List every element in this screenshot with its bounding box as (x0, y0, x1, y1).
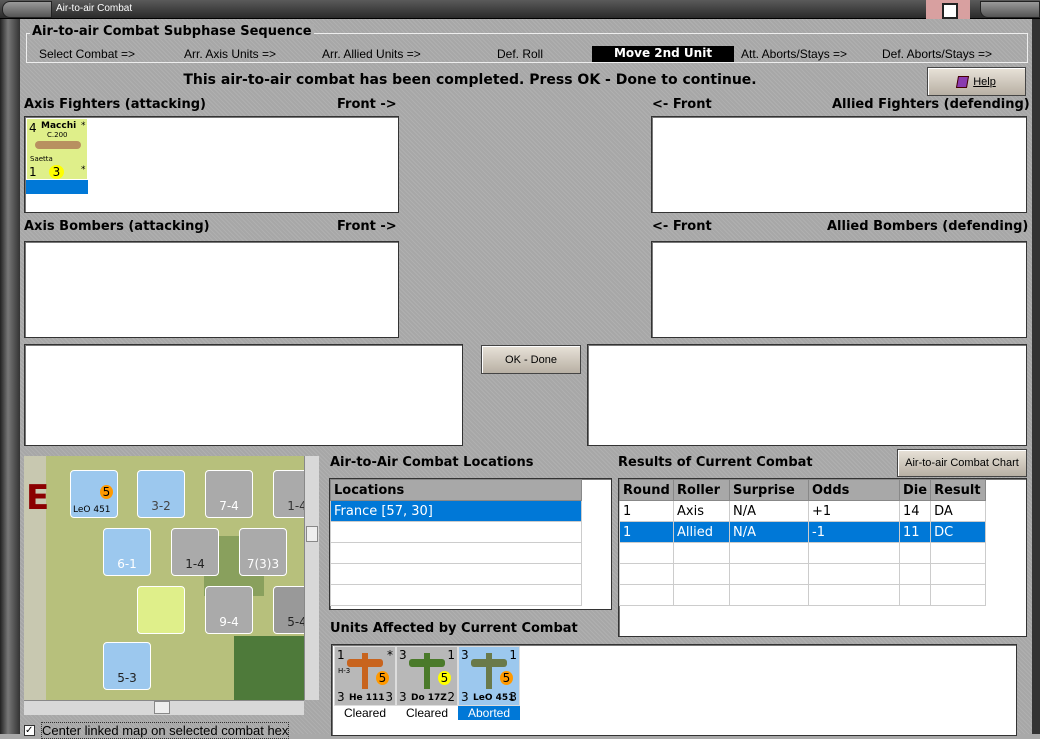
allied-fighters-front: <- Front (652, 97, 712, 112)
axis-bombers-front: Front -> (337, 219, 397, 234)
unit-status: Cleared (343, 706, 387, 720)
counter-range: 3 (49, 165, 64, 179)
allied-info-box (587, 344, 1027, 446)
combat-chart-button[interactable]: Air-to-air Combat Chart (897, 449, 1027, 477)
axis-fighters-label: Axis Fighters (attacking) (24, 97, 206, 112)
linked-map[interactable]: E 5 LeO 451 3-2 7-4 1-4 6-1 1-4 7(3)3 9-4… (24, 456, 304, 700)
map-counter[interactable]: 7-4 (205, 470, 253, 518)
step-arr-axis: Arr. Axis Units => (184, 47, 277, 61)
window-control-button[interactable] (980, 1, 1040, 18)
step-move-2nd-unit-active: Move 2nd Unit (592, 46, 734, 62)
location-row[interactable]: France [57, 30] (330, 500, 582, 522)
map-counter[interactable]: 9-4 (205, 586, 253, 634)
col-surprise: Surprise (729, 479, 809, 501)
map-counter[interactable]: 7(3)3 (239, 528, 287, 576)
map-counter[interactable]: 3-2 (137, 470, 185, 518)
unit-counter-macchi[interactable]: 4 Macchi C.200 * Saetta 1 3 * (26, 118, 88, 180)
window-frame-left (0, 19, 20, 734)
map-vertical-scrollbar[interactable] (304, 456, 319, 700)
step-def-aborts: Def. Aborts/Stays => (882, 47, 993, 61)
system-menu-button[interactable] (2, 1, 52, 18)
title-bar: Air-to-air Combat (0, 0, 1040, 20)
step-select-combat: Select Combat => (39, 47, 136, 61)
map-counter[interactable]: 1-4 (273, 470, 304, 518)
counter-model: C.200 (47, 131, 68, 139)
counter-defense: 1 (29, 165, 37, 179)
plane-icon (35, 141, 81, 149)
allied-bombers-box[interactable] (651, 241, 1027, 338)
map-counter[interactable]: 5-3 (103, 642, 151, 690)
results-title: Results of Current Combat (618, 455, 813, 470)
map-counter[interactable]: 5-4 (273, 586, 304, 634)
map-counter[interactable]: 1-4 (171, 528, 219, 576)
allied-fighters-label: Allied Fighters (defending) (832, 97, 1030, 112)
step-att-aborts: Att. Aborts/Stays => (741, 47, 848, 61)
axis-bombers-box[interactable] (24, 241, 399, 338)
locations-title: Air-to-Air Combat Locations (330, 455, 534, 470)
affected-unit-counter[interactable]: 3 1 5 3 Do 17Z 2 (396, 646, 458, 706)
affected-unit-counter[interactable]: 3 1 5 3 LeO 451 3 (458, 646, 520, 706)
counter-name: Macchi (41, 121, 77, 131)
counter-attack: 4 (29, 121, 37, 135)
center-map-checkbox[interactable]: ✓ (24, 725, 35, 736)
window-frame-right (1032, 19, 1040, 734)
affected-title: Units Affected by Current Combat (330, 621, 578, 636)
selection-bar (26, 180, 88, 194)
scroll-thumb[interactable] (306, 526, 318, 542)
map-horizontal-scrollbar[interactable] (24, 700, 304, 715)
unit-status: Aborted (458, 706, 520, 720)
book-icon (956, 75, 970, 88)
axis-fighters-front: Front -> (337, 97, 397, 112)
col-round: Round (619, 479, 674, 501)
window-title: Air-to-air Combat (56, 3, 133, 14)
allied-fighters-box[interactable] (651, 116, 1027, 213)
map-counter-macchi[interactable] (137, 586, 185, 634)
allied-bombers-front: <- Front (652, 219, 712, 234)
german-flag-icon (926, 0, 970, 20)
result-row[interactable]: 1 Allied N/A -1 11 DC (619, 521, 986, 543)
results-table: Round Roller Surprise Odds Die Result 1A… (618, 478, 1027, 637)
map-counter[interactable]: 6-1 (103, 528, 151, 576)
col-odds: Odds (808, 479, 900, 501)
col-die: Die (898, 479, 932, 501)
affected-unit-counter[interactable]: 1 * 5 3 He 111 3 H-3 (334, 646, 396, 706)
ok-done-button[interactable]: OK - Done (481, 345, 581, 374)
col-roller: Roller (673, 479, 730, 501)
counter-sub: Saetta (30, 155, 53, 163)
allied-bombers-label: Allied Bombers (defending) (827, 219, 1029, 234)
map-counter-leo451[interactable]: 5 LeO 451 (70, 470, 118, 518)
center-map-label: Center linked map on selected combat hex (41, 722, 290, 739)
unit-status: Cleared (405, 706, 449, 720)
axis-fighters-box[interactable]: 4 Macchi C.200 * Saetta 1 3 * (24, 116, 399, 213)
col-result: Result (930, 479, 986, 501)
subphase-sequence-title: Air-to-air Combat Subphase Sequence (30, 24, 314, 39)
locations-header: Locations (330, 479, 582, 501)
locations-list[interactable]: Locations France [57, 30] (329, 478, 612, 610)
axis-info-box (24, 344, 463, 446)
step-arr-allied: Arr. Allied Units => (322, 47, 421, 61)
help-button[interactable]: Help (927, 67, 1026, 96)
scroll-thumb[interactable] (154, 701, 170, 714)
axis-bombers-label: Axis Bombers (attacking) (24, 219, 210, 234)
step-def-roll: Def. Roll (497, 47, 544, 61)
result-row[interactable]: 1 Axis N/A +1 14 DA (619, 500, 986, 522)
help-label: Help (973, 75, 996, 88)
status-message: This air-to-air combat has been complete… (183, 72, 757, 88)
